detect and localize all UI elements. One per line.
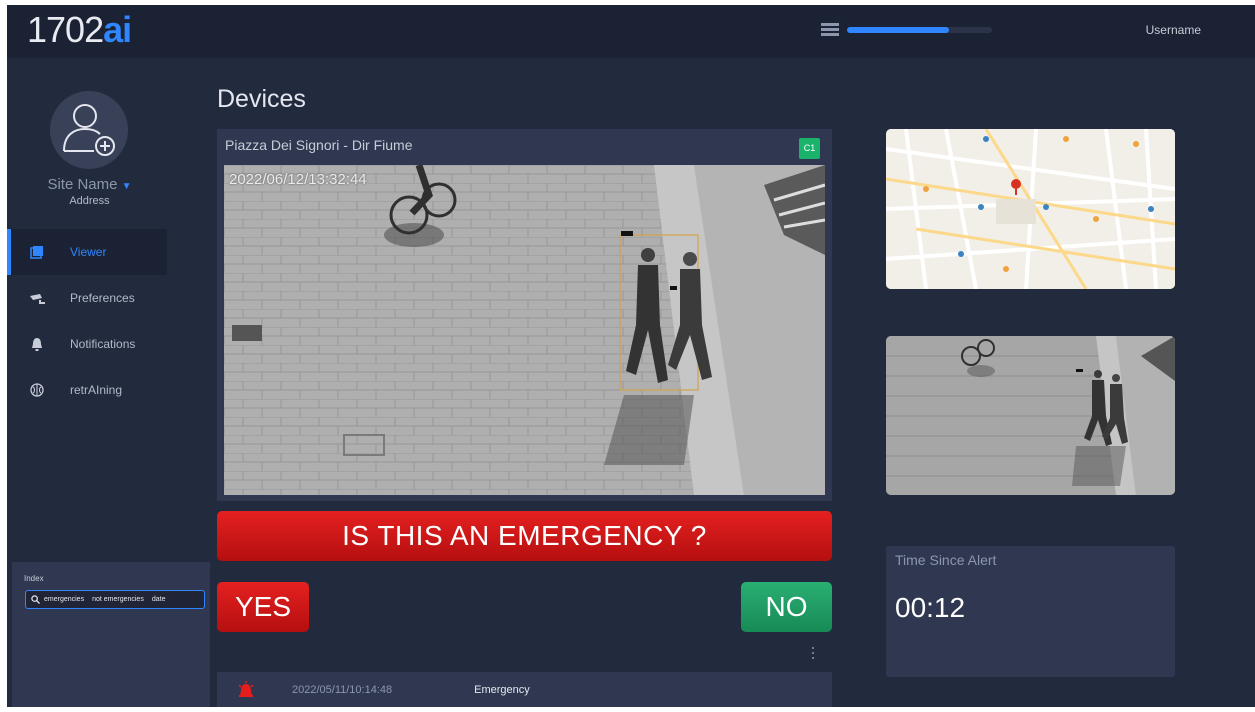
bell-icon [29, 336, 45, 352]
gallery-icon [29, 244, 45, 260]
top-bar: 1702ai Username [7, 5, 1255, 58]
event-type: Emergency [474, 683, 530, 696]
index-search-input[interactable]: emergencies not emergencies date [25, 590, 205, 609]
site-address: Address [69, 195, 110, 207]
username[interactable]: Username [1146, 23, 1201, 37]
sidebar-nav: Viewer Preferences Notifications retrAIn… [7, 229, 167, 413]
search-icon [31, 595, 40, 604]
time-since-alert-card: Time Since Alert 00:12 [886, 546, 1175, 677]
site-name-dropdown[interactable]: Site Name ▼ [7, 176, 172, 193]
more-vertical-icon[interactable] [810, 647, 816, 663]
event-timestamp: 2022/05/11/10:14:48 [292, 683, 393, 696]
filter-tag-emergencies[interactable]: emergencies [44, 596, 84, 603]
sidebar-item-label: Preferences [70, 291, 135, 305]
sidebar-item-label: Notifications [70, 337, 136, 351]
sidebar-item-notifications[interactable]: Notifications [7, 321, 167, 367]
no-button[interactable]: NO [741, 582, 832, 632]
app-window: 1702ai Username Site Name ▼ Address View… [7, 5, 1255, 707]
index-title: Index [24, 574, 44, 583]
map-card[interactable] [886, 129, 1175, 289]
camera-icon [29, 290, 45, 306]
sidebar-item-preferences[interactable]: Preferences [7, 275, 167, 321]
camera-panel: Piazza Dei Signori - Dir Fiume C1 2022/0… [217, 129, 832, 501]
camera-badge: C1 [799, 138, 820, 159]
logo[interactable]: 1702ai [27, 9, 132, 51]
progress-fill [847, 27, 949, 33]
snapshot-thumbnail[interactable] [886, 336, 1175, 495]
list-icon[interactable] [821, 23, 839, 39]
emergency-question: IS THIS AN EMERGENCY ? [217, 511, 832, 561]
index-panel: Index emergencies not emergencies date [12, 562, 210, 707]
brain-icon [29, 382, 45, 398]
sidebar-item-label: Viewer [70, 245, 107, 259]
sidebar-item-viewer[interactable]: Viewer [7, 229, 167, 275]
filter-tag-date[interactable]: date [152, 596, 166, 603]
timer-value: 00:12 [895, 592, 966, 623]
sidebar-item-label: retrAIning [70, 383, 123, 397]
caret-down-icon: ▼ [121, 181, 132, 192]
sidebar-item-retraining[interactable]: retrAIning [7, 367, 167, 413]
alarm-icon [237, 680, 255, 699]
timer-label: Time Since Alert [895, 552, 997, 568]
camera-timestamp: 2022/06/12/13:32:44 [229, 171, 367, 188]
filter-tag-not-emergencies[interactable]: not emergencies [92, 596, 144, 603]
page-title: Devices [217, 85, 306, 113]
camera-feed[interactable]: 2022/06/12/13:32:44 [224, 165, 825, 495]
progress-bar [847, 27, 992, 33]
event-row[interactable]: 2022/05/11/10:14:48 Emergency [217, 672, 832, 707]
yes-button[interactable]: YES [217, 582, 309, 632]
camera-title: Piazza Dei Signori - Dir Fiume [225, 137, 413, 153]
avatar-add-user-icon[interactable] [50, 91, 128, 169]
